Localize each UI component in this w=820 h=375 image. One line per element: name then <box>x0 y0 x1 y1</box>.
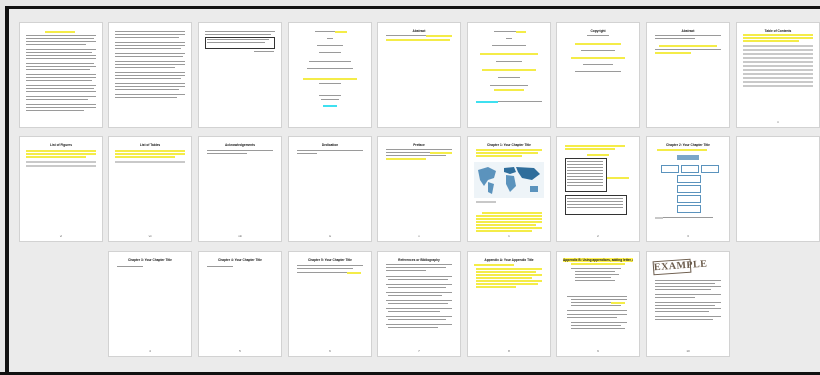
page-thumbnail[interactable]: Abstract <box>647 23 729 127</box>
page-thumbnail[interactable] <box>289 23 371 127</box>
page-number: 1 <box>508 234 510 238</box>
page-thumbnail[interactable] <box>199 23 281 127</box>
page-thumbnail[interactable]: 2 <box>557 137 639 241</box>
page-title: List of Figures <box>50 143 72 147</box>
page-number: 4 <box>149 349 151 353</box>
page-thumbnail[interactable]: Chapter 3: Your Chapter Title 4 <box>109 252 191 356</box>
page-thumbnail[interactable]: Chapter 4: Your Chapter Title 5 <box>199 252 281 356</box>
page-title: References or Bibliography <box>398 258 440 262</box>
page-thumbnail[interactable]: Appendix B: Using appendices, adding let… <box>557 252 639 356</box>
page-thumbnail[interactable] <box>468 23 550 127</box>
page-title: Dedication <box>321 143 339 147</box>
page-title: Table of Contents <box>764 29 792 33</box>
page-number: 7 <box>418 349 420 353</box>
page-title: Chapter 1: Your Chapter Title <box>487 143 531 147</box>
page-thumbnail[interactable] <box>109 23 191 127</box>
page-thumbnail[interactable]: Table of Contents ii <box>737 23 819 127</box>
page-thumbnail[interactable]: Abstract <box>378 23 460 127</box>
page-thumbnail[interactable]: List of Tables vii <box>109 137 191 241</box>
page-thumbnail[interactable] <box>737 137 819 241</box>
page-number: 10 <box>686 349 690 353</box>
page-thumbnail[interactable]: References or Bibliography 7 <box>378 252 460 356</box>
page-title: Chapter 3: Your Chapter Title <box>128 258 172 262</box>
page-number: 3 <box>687 234 689 238</box>
page-title: Abstract <box>681 29 695 33</box>
page-number: 6 <box>329 349 331 353</box>
page-number: vi <box>59 234 63 238</box>
page-title: Appendix B: Using appendices, adding let… <box>563 258 633 262</box>
page-thumbnail[interactable] <box>20 23 102 127</box>
page-title: List of Tables <box>139 143 161 147</box>
page-number: ii <box>777 120 779 124</box>
example-stamp: EXAMPLE <box>652 259 708 276</box>
page-title: Appendix A: Your Appendix Title <box>484 258 534 262</box>
page-number: 9 <box>597 349 599 353</box>
page-thumbnail[interactable]: Appendix A: Your Appendix Title 8 <box>468 252 550 356</box>
page-title: Chapter 2: Your Chapter Title <box>666 143 710 147</box>
page-thumbnail[interactable]: List of Figures vi <box>20 137 102 241</box>
page-title: Abstract <box>412 29 426 33</box>
world-map-figure <box>474 162 544 198</box>
page-number: x <box>418 234 420 238</box>
page-thumbnail[interactable]: Acknowledgements viii <box>199 137 281 241</box>
page-number: 8 <box>508 349 510 353</box>
page-title: Chapter 5: Your Chapter Title <box>308 258 352 262</box>
page-thumbnail[interactable]: Chapter 1: Your Chapter Title 1 <box>468 137 550 241</box>
page-number: 5 <box>239 349 241 353</box>
page-thumbnail[interactable]: EXAMPLE 10 <box>647 252 729 356</box>
page-title: Copyright <box>590 29 606 33</box>
page-title: Preface <box>413 143 425 147</box>
page-title: Acknowledgements <box>225 143 255 147</box>
page-number: ix <box>328 234 332 238</box>
page-thumbnail[interactable]: Dedication ix <box>289 137 371 241</box>
page-number: viii <box>238 234 242 238</box>
page-title: Chapter 4: Your Chapter Title <box>218 258 262 262</box>
page-number: 2 <box>597 234 599 238</box>
page-thumbnail[interactable]: Preface x <box>378 137 460 241</box>
page-thumbnail[interactable]: Chapter 5: Your Chapter Title 6 <box>289 252 371 356</box>
page-thumbnail[interactable]: Copyright <box>557 23 639 127</box>
page-number: vii <box>148 234 152 238</box>
page-thumbnail[interactable]: Chapter 2: Your Chapter Title 3 <box>647 137 729 241</box>
